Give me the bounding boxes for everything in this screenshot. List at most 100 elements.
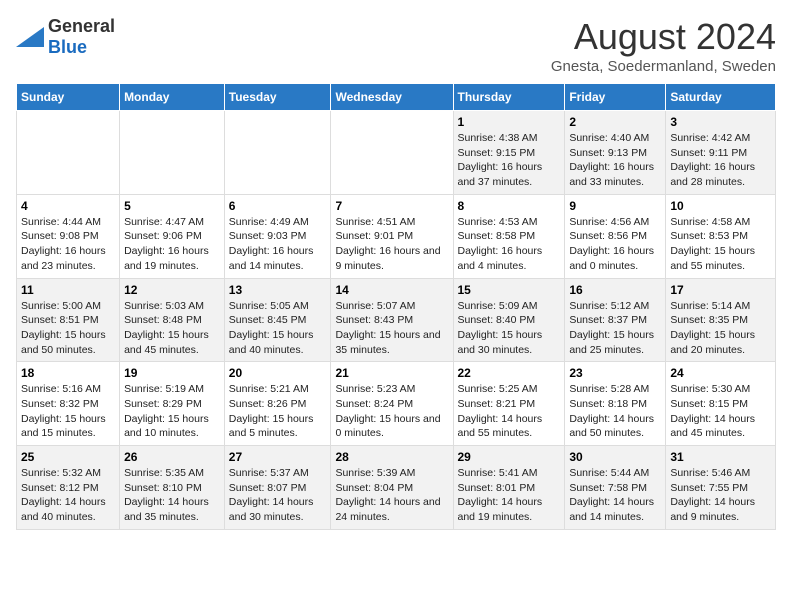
calendar-cell: 7 Sunrise: 4:51 AM Sunset: 9:01 PM Daylig… [331, 194, 453, 278]
calendar-cell: 20Sunrise: 5:21 AM Sunset: 8:26 PM Dayli… [224, 362, 331, 446]
calendar-cell: 4Sunrise: 4:44 AM Sunset: 9:08 PM Daylig… [17, 194, 120, 278]
calendar-cell: 5 Sunrise: 4:47 AM Sunset: 9:06 PM Daylig… [120, 194, 225, 278]
calendar-cell: 24Sunrise: 5:30 AM Sunset: 8:15 PM Dayli… [666, 362, 776, 446]
calendar-cell: 10Sunrise: 4:58 AM Sunset: 8:53 PM Dayli… [666, 194, 776, 278]
calendar-cell: 26Sunrise: 5:35 AM Sunset: 8:10 PM Dayli… [120, 446, 225, 530]
day-content: Sunrise: 5:23 AM Sunset: 8:24 PM Dayligh… [335, 382, 448, 441]
day-content: Sunrise: 5:07 AM Sunset: 8:43 PM Dayligh… [335, 299, 448, 358]
day-number: 18 [21, 366, 115, 380]
week-row-2: 4Sunrise: 4:44 AM Sunset: 9:08 PM Daylig… [17, 194, 776, 278]
day-number: 26 [124, 450, 220, 464]
calendar-cell: 18 Sunrise: 5:16 AM Sunset: 8:32 PM Dayli… [17, 362, 120, 446]
title-block: August 2024 Gnesta, Soedermanland, Swede… [551, 16, 776, 75]
day-content: Sunrise: 4:38 AM Sunset: 9:15 PM Dayligh… [458, 131, 561, 190]
day-number: 31 [670, 450, 771, 464]
day-content: Sunrise: 5:32 AM Sunset: 8:12 PM Dayligh… [21, 466, 115, 525]
calendar-cell: 31 Sunrise: 5:46 AM Sunset: 7:55 PM Dayli… [666, 446, 776, 530]
calendar-cell [17, 111, 120, 195]
calendar-cell [331, 111, 453, 195]
header-day-tuesday: Tuesday [224, 84, 331, 111]
calendar-cell: 3Sunrise: 4:42 AM Sunset: 9:11 PM Daylig… [666, 111, 776, 195]
day-content: Sunrise: 4:42 AM Sunset: 9:11 PM Dayligh… [670, 131, 771, 190]
day-content: Sunrise: 5:37 AM Sunset: 8:07 PM Dayligh… [229, 466, 327, 525]
calendar-cell: 23Sunrise: 5:28 AM Sunset: 8:18 PM Dayli… [565, 362, 666, 446]
day-content: Sunrise: 4:47 AM Sunset: 9:06 PM Dayligh… [124, 215, 220, 274]
day-number: 9 [569, 199, 661, 213]
day-content: Sunrise: 5:09 AM Sunset: 8:40 PM Dayligh… [458, 299, 561, 358]
logo-blue: Blue [48, 37, 87, 57]
day-number: 27 [229, 450, 327, 464]
day-content: Sunrise: 4:56 AM Sunset: 8:56 PM Dayligh… [569, 215, 661, 274]
day-content: Sunrise: 5:28 AM Sunset: 8:18 PM Dayligh… [569, 382, 661, 441]
location-subtitle: Gnesta, Soedermanland, Sweden [551, 58, 776, 75]
header-day-saturday: Saturday [666, 84, 776, 111]
header-day-monday: Monday [120, 84, 225, 111]
day-content: Sunrise: 4:40 AM Sunset: 9:13 PM Dayligh… [569, 131, 661, 190]
calendar-cell: 25 Sunrise: 5:32 AM Sunset: 8:12 PM Dayli… [17, 446, 120, 530]
header-day-wednesday: Wednesday [331, 84, 453, 111]
day-content: Sunrise: 4:49 AM Sunset: 9:03 PM Dayligh… [229, 215, 327, 274]
month-title: August 2024 [551, 16, 776, 58]
calendar-cell: 22Sunrise: 5:25 AM Sunset: 8:21 PM Dayli… [453, 362, 565, 446]
day-content: Sunrise: 5:00 AM Sunset: 8:51 PM Dayligh… [21, 299, 115, 358]
day-number: 10 [670, 199, 771, 213]
day-content: Sunrise: 5:46 AM Sunset: 7:55 PM Dayligh… [670, 466, 771, 525]
day-number: 24 [670, 366, 771, 380]
day-content: Sunrise: 5:25 AM Sunset: 8:21 PM Dayligh… [458, 382, 561, 441]
calendar-cell: 8 Sunrise: 4:53 AM Sunset: 8:58 PM Daylig… [453, 194, 565, 278]
calendar-cell: 13 Sunrise: 5:05 AM Sunset: 8:45 PM Dayli… [224, 278, 331, 362]
day-number: 21 [335, 366, 448, 380]
calendar-cell: 28Sunrise: 5:39 AM Sunset: 8:04 PM Dayli… [331, 446, 453, 530]
logo-general: General [48, 16, 115, 36]
calendar-cell [120, 111, 225, 195]
day-content: Sunrise: 5:41 AM Sunset: 8:01 PM Dayligh… [458, 466, 561, 525]
day-content: Sunrise: 5:03 AM Sunset: 8:48 PM Dayligh… [124, 299, 220, 358]
day-content: Sunrise: 5:44 AM Sunset: 7:58 PM Dayligh… [569, 466, 661, 525]
calendar-cell: 9 Sunrise: 4:56 AM Sunset: 8:56 PM Daylig… [565, 194, 666, 278]
day-number: 16 [569, 283, 661, 297]
header-day-friday: Friday [565, 84, 666, 111]
logo-icon [16, 27, 44, 47]
day-number: 13 [229, 283, 327, 297]
day-number: 1 [458, 115, 561, 129]
day-number: 5 [124, 199, 220, 213]
day-number: 12 [124, 283, 220, 297]
calendar-cell: 16 Sunrise: 5:12 AM Sunset: 8:37 PM Dayli… [565, 278, 666, 362]
day-content: Sunrise: 5:12 AM Sunset: 8:37 PM Dayligh… [569, 299, 661, 358]
day-content: Sunrise: 5:14 AM Sunset: 8:35 PM Dayligh… [670, 299, 771, 358]
day-content: Sunrise: 4:53 AM Sunset: 8:58 PM Dayligh… [458, 215, 561, 274]
calendar-cell: 11 Sunrise: 5:00 AM Sunset: 8:51 PM Dayli… [17, 278, 120, 362]
day-number: 29 [458, 450, 561, 464]
week-row-1: 1 Sunrise: 4:38 AM Sunset: 9:15 PM Daylig… [17, 111, 776, 195]
day-number: 30 [569, 450, 661, 464]
day-content: Sunrise: 5:21 AM Sunset: 8:26 PM Dayligh… [229, 382, 327, 441]
day-number: 15 [458, 283, 561, 297]
calendar-cell: 12 Sunrise: 5:03 AM Sunset: 8:48 PM Dayli… [120, 278, 225, 362]
calendar-table: SundayMondayTuesdayWednesdayThursdayFrid… [16, 83, 776, 530]
day-number: 8 [458, 199, 561, 213]
day-content: Sunrise: 5:05 AM Sunset: 8:45 PM Dayligh… [229, 299, 327, 358]
calendar-cell: 21 Sunrise: 5:23 AM Sunset: 8:24 PM Dayli… [331, 362, 453, 446]
day-number: 11 [21, 283, 115, 297]
header-day-thursday: Thursday [453, 84, 565, 111]
calendar-cell: 17Sunrise: 5:14 AM Sunset: 8:35 PM Dayli… [666, 278, 776, 362]
day-content: Sunrise: 4:51 AM Sunset: 9:01 PM Dayligh… [335, 215, 448, 274]
day-number: 7 [335, 199, 448, 213]
day-number: 25 [21, 450, 115, 464]
day-content: Sunrise: 5:16 AM Sunset: 8:32 PM Dayligh… [21, 382, 115, 441]
day-content: Sunrise: 5:39 AM Sunset: 8:04 PM Dayligh… [335, 466, 448, 525]
page-header: General Blue August 2024 Gnesta, Soederm… [16, 16, 776, 75]
calendar-cell: 30 Sunrise: 5:44 AM Sunset: 7:58 PM Dayli… [565, 446, 666, 530]
week-row-3: 11 Sunrise: 5:00 AM Sunset: 8:51 PM Dayli… [17, 278, 776, 362]
calendar-cell: 6Sunrise: 4:49 AM Sunset: 9:03 PM Daylig… [224, 194, 331, 278]
day-number: 2 [569, 115, 661, 129]
day-content: Sunrise: 4:44 AM Sunset: 9:08 PM Dayligh… [21, 215, 115, 274]
calendar-cell: 29 Sunrise: 5:41 AM Sunset: 8:01 PM Dayli… [453, 446, 565, 530]
calendar-cell: 15 Sunrise: 5:09 AM Sunset: 8:40 PM Dayli… [453, 278, 565, 362]
calendar-body: 1 Sunrise: 4:38 AM Sunset: 9:15 PM Daylig… [17, 111, 776, 530]
day-number: 14 [335, 283, 448, 297]
header-day-sunday: Sunday [17, 84, 120, 111]
calendar-cell: 1 Sunrise: 4:38 AM Sunset: 9:15 PM Daylig… [453, 111, 565, 195]
day-number: 19 [124, 366, 220, 380]
calendar-header: SundayMondayTuesdayWednesdayThursdayFrid… [17, 84, 776, 111]
